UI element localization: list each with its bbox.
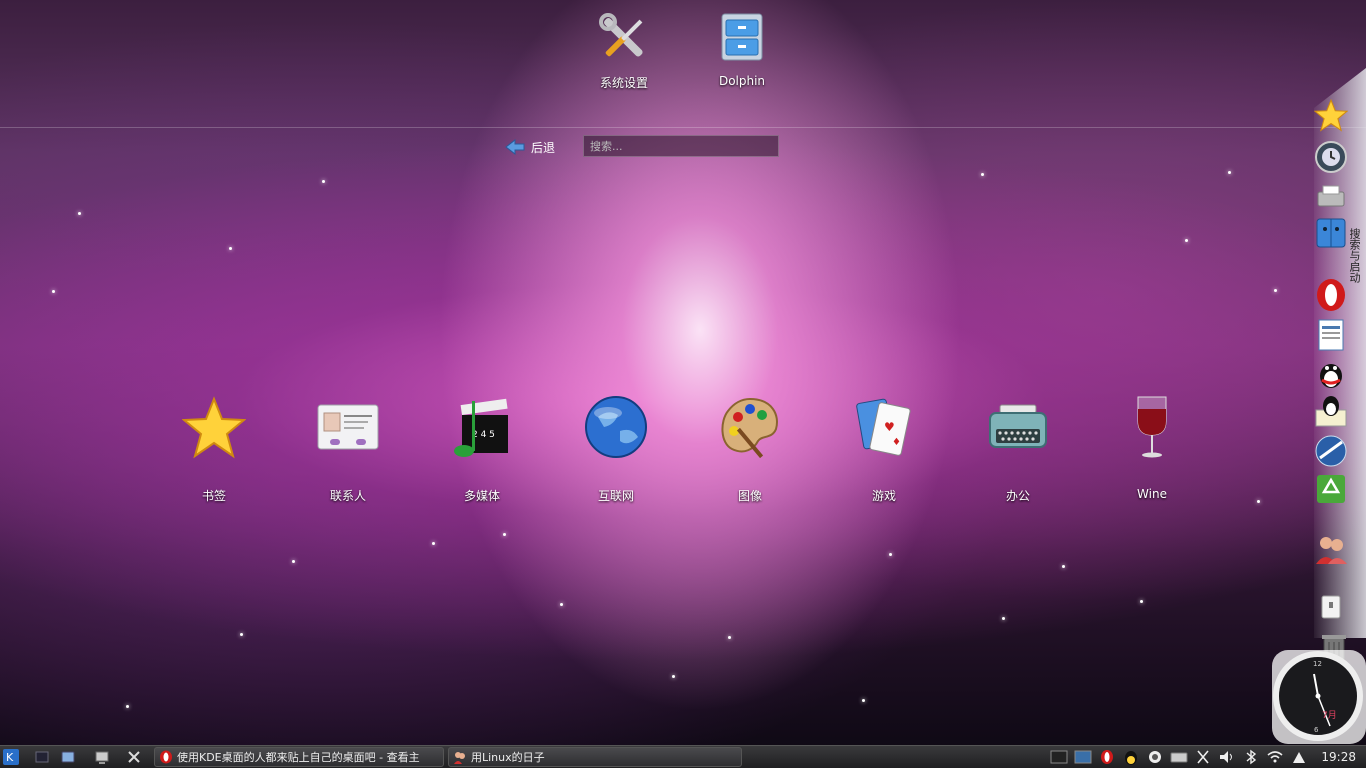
typewriter-icon bbox=[986, 395, 1050, 459]
time-machine-icon[interactable] bbox=[1314, 140, 1348, 174]
taskbar-clock[interactable]: 19:28 bbox=[1311, 750, 1366, 764]
arrow-left-icon bbox=[505, 139, 525, 155]
search-input[interactable] bbox=[583, 135, 779, 157]
task-label: 用Linux的日子 bbox=[471, 751, 545, 764]
browser-icon[interactable] bbox=[1314, 434, 1348, 468]
users-icon[interactable] bbox=[1314, 532, 1348, 566]
finder-icon[interactable] bbox=[1314, 216, 1348, 250]
opera-icon bbox=[160, 750, 172, 764]
category-label: 办公 bbox=[1005, 489, 1030, 503]
system-settings-icon[interactable] bbox=[126, 748, 142, 766]
analog-clock: 12 6 7月 bbox=[1270, 648, 1366, 744]
opera-icon[interactable] bbox=[1314, 278, 1348, 312]
category-games[interactable]: ♥ ♦ 游戏 bbox=[829, 395, 939, 504]
back-button[interactable]: 后退 bbox=[505, 137, 565, 157]
volume-icon[interactable] bbox=[1218, 749, 1236, 765]
favorite-label: Dolphin bbox=[718, 74, 766, 88]
contact-card-icon bbox=[316, 395, 380, 459]
dock: 搜索与启动 bbox=[1314, 68, 1366, 638]
favorites-strip: 系统设置 Dolphin bbox=[0, 0, 1366, 128]
category-contacts[interactable]: 联系人 bbox=[293, 395, 403, 504]
file-cabinet-icon bbox=[714, 10, 770, 66]
svg-text:K: K bbox=[6, 751, 14, 764]
back-label: 后退 bbox=[531, 140, 556, 155]
system-tray: 19:28 bbox=[1047, 746, 1366, 768]
category-label: Wine bbox=[1137, 487, 1167, 501]
taskbar: K 使用KDE桌面的人都来贴上自己的桌面吧 - 查看主 用Linux的日子 19… bbox=[0, 745, 1366, 768]
svg-text:6: 6 bbox=[1314, 726, 1319, 734]
svg-text:♦: ♦ bbox=[892, 437, 901, 448]
show-desktop-icon[interactable] bbox=[94, 748, 110, 766]
wrench-screwdriver-icon bbox=[596, 10, 652, 66]
category-office[interactable]: 办公 bbox=[963, 395, 1073, 504]
screen-icon[interactable] bbox=[1074, 749, 1092, 765]
category-wine[interactable]: Wine bbox=[1097, 395, 1207, 501]
pager-icon[interactable] bbox=[34, 748, 50, 766]
keyboard-icon[interactable] bbox=[1170, 749, 1188, 765]
category-multimedia[interactable]: 2 4 5 多媒体 bbox=[427, 395, 537, 504]
category-grid: 书签 联系人 2 4 5 多媒体 互联网 图像 ♥ ♦ 游戏 办公 Wine bbox=[0, 395, 1366, 505]
qq-mail-icon[interactable] bbox=[1314, 394, 1348, 428]
category-label: 图像 bbox=[737, 489, 762, 503]
category-label: 联系人 bbox=[329, 489, 366, 503]
opera-icon[interactable] bbox=[1098, 749, 1116, 765]
wine-glass-icon bbox=[1120, 395, 1184, 459]
drive-icon[interactable] bbox=[1318, 594, 1344, 620]
svg-text:♥: ♥ bbox=[884, 420, 895, 434]
playing-cards-icon: ♥ ♦ bbox=[852, 395, 916, 459]
terminal-icon[interactable] bbox=[1050, 749, 1068, 765]
globe-icon bbox=[584, 395, 648, 459]
expand-tray-icon[interactable] bbox=[1290, 749, 1308, 765]
svg-text:2 4 5: 2 4 5 bbox=[472, 430, 495, 440]
palette-icon bbox=[718, 395, 782, 459]
clapperboard-icon: 2 4 5 bbox=[450, 395, 514, 459]
kde-logo-icon: K bbox=[3, 749, 19, 765]
favorite-label: 系统设置 bbox=[599, 76, 648, 90]
users-icon bbox=[454, 752, 465, 764]
category-graphics[interactable]: 图像 bbox=[695, 395, 805, 504]
star-icon bbox=[181, 395, 247, 459]
favorite-system-settings[interactable]: 系统设置 bbox=[569, 10, 679, 91]
recycle-icon[interactable] bbox=[1314, 472, 1348, 506]
task-users[interactable]: 用Linux的日子 bbox=[448, 747, 742, 767]
kde-menu-button[interactable]: K bbox=[2, 748, 20, 766]
category-label: 多媒体 bbox=[463, 489, 500, 503]
file-manager-icon[interactable] bbox=[60, 748, 76, 766]
category-bookmarks[interactable]: 书签 bbox=[159, 395, 269, 504]
svg-text:12: 12 bbox=[1313, 660, 1322, 668]
category-internet[interactable]: 互联网 bbox=[561, 395, 671, 504]
bluetooth-icon[interactable] bbox=[1242, 749, 1260, 765]
document-icon[interactable] bbox=[1314, 318, 1348, 352]
category-label: 互联网 bbox=[597, 489, 634, 503]
clock-month: 7月 bbox=[1322, 711, 1337, 721]
category-label: 游戏 bbox=[871, 489, 896, 503]
task-opera[interactable]: 使用KDE桌面的人都来贴上自己的桌面吧 - 查看主 bbox=[154, 747, 444, 767]
qq-icon[interactable] bbox=[1122, 749, 1140, 765]
network-manager-icon[interactable] bbox=[1146, 749, 1164, 765]
favorite-dolphin[interactable]: Dolphin bbox=[687, 10, 797, 88]
qq-icon[interactable] bbox=[1314, 356, 1348, 390]
scissors-icon[interactable] bbox=[1194, 749, 1212, 765]
dock-title: 搜索与启动 bbox=[1348, 228, 1361, 283]
wifi-icon[interactable] bbox=[1266, 749, 1284, 765]
task-label: 使用KDE桌面的人都来贴上自己的桌面吧 - 查看主 bbox=[177, 751, 420, 764]
printer-icon[interactable] bbox=[1314, 180, 1348, 214]
category-label: 书签 bbox=[201, 489, 226, 503]
